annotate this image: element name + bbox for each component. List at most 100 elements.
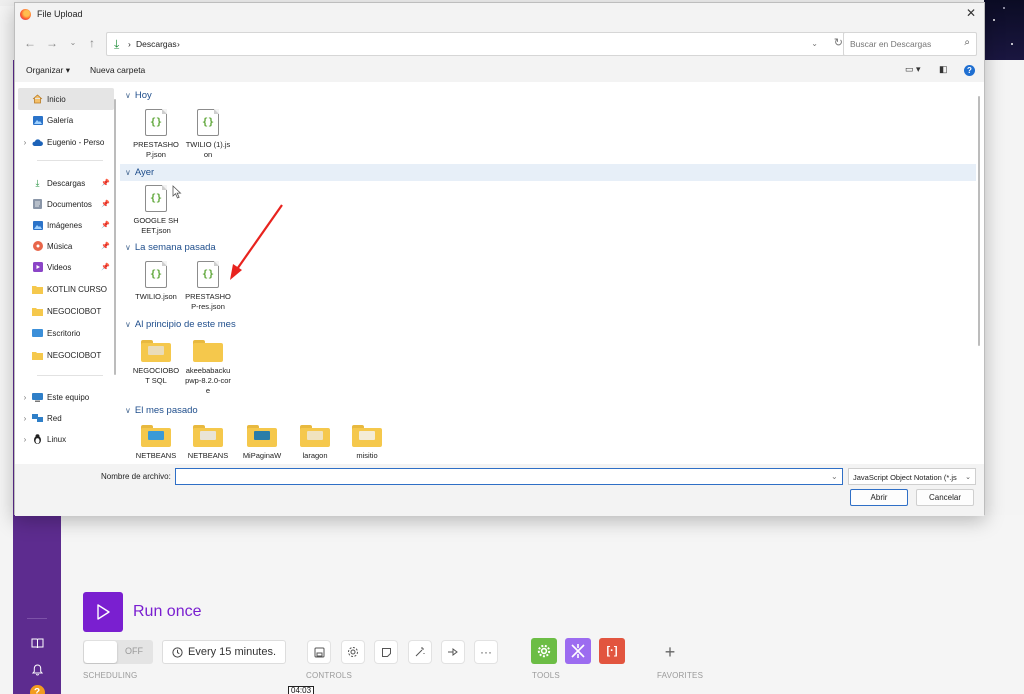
filename-dropdown-icon[interactable]: ⌄ xyxy=(831,472,838,481)
group-header-hoy[interactable]: ∨ Hoy xyxy=(120,87,976,104)
nav-item-documentos[interactable]: Documentos 📌 xyxy=(18,193,114,215)
folder-item[interactable]: misitio xyxy=(343,425,391,461)
add-favorite-icon[interactable]: + xyxy=(657,640,683,664)
run-once-label[interactable]: Run once xyxy=(133,603,202,621)
recent-chevron-icon[interactable]: ⌄ xyxy=(66,38,80,54)
file-item[interactable]: {} TWILIO (1).json xyxy=(184,109,232,160)
folder-icon xyxy=(193,425,223,447)
filename-input[interactable] xyxy=(175,468,843,485)
scheduling-label: SCHEDULING xyxy=(83,671,138,680)
scheduling-toggle[interactable]: OFF xyxy=(83,640,153,664)
folder-item[interactable]: akeebabackupwp-8.2.0-core xyxy=(184,340,232,396)
forward-arrow-icon[interactable]: → xyxy=(45,36,59,52)
nav-item-negociobot-2[interactable]: NEGOCIOBOT xyxy=(18,344,114,366)
folder-item[interactable]: MiPaginaW xyxy=(238,425,286,461)
nav-item-inicio[interactable]: Inicio xyxy=(18,88,114,110)
file-type-filter[interactable]: JavaScript Object Notation (*.js ⌄ xyxy=(848,468,976,485)
json-file-icon: {} xyxy=(197,261,219,288)
nav-scrollbar[interactable] xyxy=(114,99,116,375)
folder-name: laragon xyxy=(302,451,328,460)
folder-name: akeebabackupwp-8.2.0-core xyxy=(185,366,231,395)
download-folder-icon: ⤓ xyxy=(114,37,120,51)
notes-icon[interactable] xyxy=(374,640,398,664)
nav-item-imagenes[interactable]: Imágenes 📌 xyxy=(18,214,114,236)
nav-item-onedrive[interactable]: › Eugenio - Perso xyxy=(18,131,114,153)
folder-icon xyxy=(32,284,43,294)
search-input[interactable] xyxy=(844,33,954,55)
settings-gear-icon[interactable] xyxy=(341,640,365,664)
magic-wand-icon[interactable] xyxy=(408,640,432,664)
more-icon[interactable]: ··· xyxy=(474,640,498,664)
folder-item[interactable]: NEGOCIOBOT SQL xyxy=(132,340,180,386)
close-icon[interactable]: ✕ xyxy=(964,6,978,20)
bell-icon[interactable] xyxy=(13,659,61,681)
text-parser-icon[interactable]: [·] xyxy=(599,638,625,664)
nav-item-videos[interactable]: Videos 📌 xyxy=(18,256,114,278)
nav-label: Inicio xyxy=(47,94,66,104)
nav-label: Red xyxy=(47,413,62,423)
expand-chevron-icon[interactable]: › xyxy=(18,393,32,402)
back-arrow-icon[interactable]: ← xyxy=(23,36,37,52)
preview-pane-icon[interactable]: ◧ xyxy=(939,64,948,75)
run-once-button[interactable] xyxy=(83,592,123,632)
group-header-ayer[interactable]: ∨ Ayer xyxy=(120,164,976,181)
folder-icon xyxy=(141,340,171,362)
file-item[interactable]: {} PRESTASHOP.json xyxy=(132,109,180,160)
group-label: Al principio de este mes xyxy=(134,319,236,330)
expand-chevron-icon[interactable]: › xyxy=(18,414,32,423)
file-name: PRESTASHOP.json xyxy=(133,140,179,159)
refresh-icon[interactable]: ↻ xyxy=(834,36,843,49)
folder-item[interactable]: NETBEANS xyxy=(184,425,232,461)
save-icon[interactable] xyxy=(307,640,331,664)
file-list-scrollbar[interactable] xyxy=(978,96,980,346)
expand-chevron-icon[interactable]: › xyxy=(18,435,32,444)
organize-menu[interactable]: Organizar ▾ xyxy=(26,65,70,76)
nav-item-escritorio[interactable]: Escritorio xyxy=(18,322,114,344)
cancel-button[interactable]: Cancelar xyxy=(916,489,974,506)
nav-item-red[interactable]: › Red xyxy=(18,407,114,429)
chevron-down-icon: ⌄ xyxy=(965,474,971,481)
nav-item-galeria[interactable]: Galería xyxy=(18,109,114,131)
linux-penguin-icon xyxy=(32,434,43,444)
nav-item-este-equipo[interactable]: › Este equipo xyxy=(18,386,114,408)
nav-item-negociobot[interactable]: NEGOCIOBOT xyxy=(18,300,114,322)
nav-item-musica[interactable]: Música 📌 xyxy=(18,235,114,257)
open-button[interactable]: Abrir xyxy=(850,489,908,506)
nav-item-kotlin-curso[interactable]: KOTLIN CURSO xyxy=(18,278,114,300)
pin-icon: 📌 xyxy=(101,201,110,208)
folder-item[interactable]: NETBEANS xyxy=(132,425,180,461)
network-icon xyxy=(32,413,43,423)
dialog-content: Inicio Galería › Eugenio - Perso ⤓ Desca… xyxy=(15,82,984,464)
group-header-principio-mes[interactable]: ∨ Al principio de este mes xyxy=(120,316,976,333)
new-folder-button[interactable]: Nueva carpeta xyxy=(90,65,145,75)
help-icon[interactable]: ? xyxy=(964,65,975,76)
folder-item[interactable]: laragon xyxy=(291,425,339,461)
address-dropdown-icon[interactable]: ⌄ xyxy=(811,39,818,48)
flow-tools-icon[interactable] xyxy=(565,638,591,664)
json-file-icon: {} xyxy=(145,185,167,212)
expand-chevron-icon[interactable]: › xyxy=(18,138,32,147)
clock-time: 04:03 xyxy=(288,686,315,694)
group-label: Ayer xyxy=(134,167,155,178)
help-icon[interactable]: ? xyxy=(13,681,61,694)
music-icon xyxy=(32,241,43,251)
nav-item-linux[interactable]: › Linux xyxy=(18,428,114,450)
file-item[interactable]: {} TWILIO.json xyxy=(132,261,180,302)
tools-label: TOOLS xyxy=(532,671,560,680)
breadcrumb-descargas[interactable]: Descargas xyxy=(136,39,177,49)
download-icon: ⤓ xyxy=(35,177,40,188)
nav-item-descargas[interactable]: ⤓ Descargas 📌 xyxy=(18,172,114,194)
group-header-mes-pasado[interactable]: ∨ El mes pasado xyxy=(120,402,976,419)
up-arrow-icon[interactable]: ↑ xyxy=(85,36,99,52)
tools-gear-icon[interactable] xyxy=(531,638,557,664)
nav-label: Música xyxy=(47,241,73,251)
view-options-icon[interactable]: ▭ ▾ xyxy=(905,64,921,75)
flow-control-icon[interactable] xyxy=(441,640,465,664)
dialog-titlebar: File Upload ✕ xyxy=(15,3,984,25)
search-box[interactable]: ⌕ xyxy=(843,32,977,56)
folder-name: misitio xyxy=(356,451,378,460)
book-icon[interactable] xyxy=(13,632,61,654)
schedule-button[interactable]: Every 15 minutes. xyxy=(162,640,287,664)
address-bar[interactable]: ⤓ › Descargas › ⌄ ↻ xyxy=(106,32,851,56)
folder-icon xyxy=(141,425,171,447)
